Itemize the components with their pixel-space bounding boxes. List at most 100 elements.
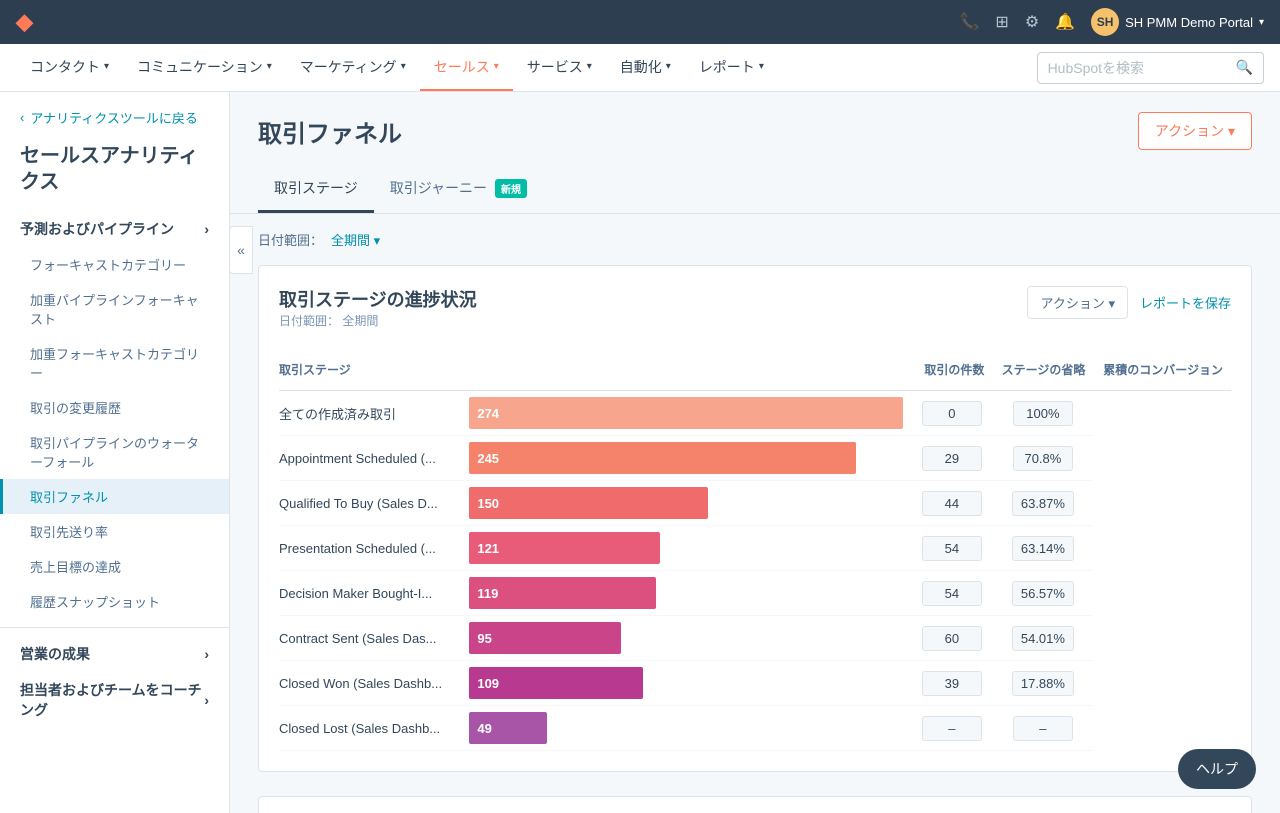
pct-box: 70.8% xyxy=(1013,446,1073,471)
nav-item-automation[interactable]: 自動化 ▾ xyxy=(606,44,685,91)
nav-item-communication[interactable]: コミュニケーション ▾ xyxy=(123,44,286,91)
top-bar: ◆ 📞 ⊞ ⚙ 🔔 SH SH PMM Demo Portal ▾ xyxy=(0,0,1280,44)
sidebar-section-forecast: 予測およびパイプライン › フォーキャストカテゴリー 加重パイプラインフォーキャ… xyxy=(0,211,229,619)
settings-icon[interactable]: ⚙ xyxy=(1025,12,1039,32)
double-chevron-left-icon: « xyxy=(237,242,245,258)
funnel-card-subtitle: 日付範囲： 全期間 xyxy=(279,312,477,329)
num-box: 54 xyxy=(922,581,982,606)
sidebar-item-weighted-forecast-category[interactable]: 加重フォーキャストカテゴリー xyxy=(0,336,229,390)
funnel-card-actions: アクション ▾ レポートを保存 xyxy=(1027,286,1231,319)
bar: 150 xyxy=(469,487,708,519)
funnel-save-button[interactable]: レポートを保存 xyxy=(1140,293,1231,312)
summary-card: 取引ステージサマリー アクション ▾ レポートを保存 xyxy=(258,796,1252,813)
top-bar-right: 📞 ⊞ ⚙ 🔔 SH SH PMM Demo Portal ▾ xyxy=(960,8,1265,36)
funnel-table: 取引ステージ 取引の件数 ステージの省略 累積のコンバージョン 全ての作成済み取… xyxy=(279,353,1231,751)
table-row: Closed Won (Sales Dashb...1093917.88% xyxy=(279,661,1231,706)
collapse-sidebar-button[interactable]: « xyxy=(230,226,253,274)
bar-wrapper: 274 xyxy=(469,397,903,429)
num-box: – xyxy=(922,716,982,741)
bar-wrapper: 245 xyxy=(469,442,903,474)
row-conversion: – xyxy=(992,706,1093,751)
sidebar: ‹ アナリティクスツールに戻る セールスアナリティクス 予測およびパイプライン … xyxy=(0,92,230,813)
table-row: Appointment Scheduled (...2452970.8% xyxy=(279,436,1231,481)
sidebar-section-results-header[interactable]: 営業の成果 › xyxy=(0,636,229,672)
sidebar-item-deal-funnel[interactable]: 取引ファネル xyxy=(0,479,229,514)
tab-deal-stage[interactable]: 取引ステージ xyxy=(258,166,374,213)
chevron-down-icon: ▾ xyxy=(1259,17,1264,28)
num-box: 44 xyxy=(922,491,982,516)
nav-item-contact[interactable]: コンタクト ▾ xyxy=(16,44,123,91)
sidebar-item-forecast-category[interactable]: フォーキャストカテゴリー xyxy=(0,247,229,282)
row-bar-cell: 121 xyxy=(461,526,911,571)
top-bar-left: ◆ xyxy=(16,9,33,35)
chevron-down-icon: ▾ xyxy=(401,61,406,72)
sidebar-item-weighted-pipeline[interactable]: 加重パイプラインフォーキャスト xyxy=(0,282,229,336)
bar-wrapper: 109 xyxy=(469,667,903,699)
col-conversion: 累積のコンバージョン xyxy=(1093,353,1231,391)
chevron-down-icon: ▾ xyxy=(267,61,272,72)
row-deals: – xyxy=(911,706,992,751)
sidebar-item-deal-history[interactable]: 取引の変更履歴 xyxy=(0,390,229,425)
sidebar-section-coaching-header[interactable]: 担当者およびチームをコーチング › xyxy=(0,672,229,728)
user-menu[interactable]: SH SH PMM Demo Portal ▾ xyxy=(1091,8,1264,36)
bar-wrapper: 121 xyxy=(469,532,903,564)
sidebar-back-link[interactable]: ‹ アナリティクスツールに戻る xyxy=(0,92,229,135)
search-bar[interactable]: 🔍 xyxy=(1037,52,1264,84)
notifications-icon[interactable]: 🔔 xyxy=(1055,12,1075,32)
col-stage: 取引ステージ xyxy=(279,353,461,391)
row-bar-cell: 274 xyxy=(461,391,911,436)
help-button[interactable]: ヘルプ xyxy=(1178,749,1256,789)
search-input[interactable] xyxy=(1048,60,1228,76)
sidebar-item-deal-push-rate[interactable]: 取引先送り率 xyxy=(0,514,229,549)
num-box: 39 xyxy=(922,671,982,696)
nav-item-reports[interactable]: レポート ▾ xyxy=(685,44,778,91)
sidebar-title: セールスアナリティクス xyxy=(0,135,229,211)
table-row: Qualified To Buy (Sales D...1504463.87% xyxy=(279,481,1231,526)
table-row: Presentation Scheduled (...1215463.14% xyxy=(279,526,1231,571)
row-conversion: 63.14% xyxy=(992,526,1093,571)
hubspot-logo[interactable]: ◆ xyxy=(16,9,33,35)
table-row: Contract Sent (Sales Das...956054.01% xyxy=(279,616,1231,661)
page-header: 取引ファネル アクション ▾ xyxy=(230,92,1280,150)
bar-wrapper: 150 xyxy=(469,487,903,519)
sidebar-section-forecast-header[interactable]: 予測およびパイプライン › xyxy=(0,211,229,247)
funnel-action-button[interactable]: アクション ▾ xyxy=(1027,286,1128,319)
page-action-button[interactable]: アクション ▾ xyxy=(1138,112,1252,150)
table-row: Closed Lost (Sales Dashb...49 – – xyxy=(279,706,1231,751)
row-label: Appointment Scheduled (... xyxy=(279,436,461,481)
sidebar-item-revenue-goal[interactable]: 売上目標の達成 xyxy=(0,549,229,584)
row-label: Presentation Scheduled (... xyxy=(279,526,461,571)
tab-deal-journey[interactable]: 取引ジャーニー 新規 xyxy=(374,166,543,213)
row-conversion: 70.8% xyxy=(992,436,1093,481)
nav-item-service[interactable]: サービス ▾ xyxy=(513,44,606,91)
row-deals: 39 xyxy=(911,661,992,706)
nav-item-marketing[interactable]: マーケティング ▾ xyxy=(286,44,420,91)
nav-items: コンタクト ▾ コミュニケーション ▾ マーケティング ▾ セールス ▾ サービ… xyxy=(16,44,778,91)
chevron-down-icon: ▾ xyxy=(494,61,499,72)
sidebar-item-history-snapshot[interactable]: 履歴スナップショット xyxy=(0,584,229,619)
user-name: SH PMM Demo Portal xyxy=(1125,15,1253,30)
chevron-down-icon: ▾ xyxy=(666,61,671,72)
bar: 119 xyxy=(469,577,656,609)
grid-icon[interactable]: ⊞ xyxy=(995,12,1008,32)
sidebar-section-coaching: 担当者およびチームをコーチング › xyxy=(0,672,229,728)
row-conversion: 17.88% xyxy=(992,661,1093,706)
col-bar xyxy=(461,353,911,391)
pct-box: 100% xyxy=(1013,401,1073,426)
chevron-down-icon: ▾ xyxy=(759,61,764,72)
bar: 49 xyxy=(469,712,547,744)
row-bar-cell: 150 xyxy=(461,481,911,526)
sidebar-item-pipeline-waterfall[interactable]: 取引パイプラインのウォーターフォール xyxy=(0,425,229,479)
row-deals: 0 xyxy=(911,391,992,436)
date-filter-button[interactable]: 全期間 ▾ xyxy=(331,230,380,249)
app-layout: ‹ アナリティクスツールに戻る セールスアナリティクス 予測およびパイプライン … xyxy=(0,92,1280,813)
row-deals: 54 xyxy=(911,571,992,616)
chevron-icon: › xyxy=(204,646,209,662)
row-bar-cell: 109 xyxy=(461,661,911,706)
bar-wrapper: 119 xyxy=(469,577,903,609)
row-label: Closed Lost (Sales Dashb... xyxy=(279,706,461,751)
pct-box: – xyxy=(1013,716,1073,741)
row-deals: 54 xyxy=(911,526,992,571)
nav-item-sales[interactable]: セールス ▾ xyxy=(420,44,513,91)
phone-icon[interactable]: 📞 xyxy=(960,12,980,32)
